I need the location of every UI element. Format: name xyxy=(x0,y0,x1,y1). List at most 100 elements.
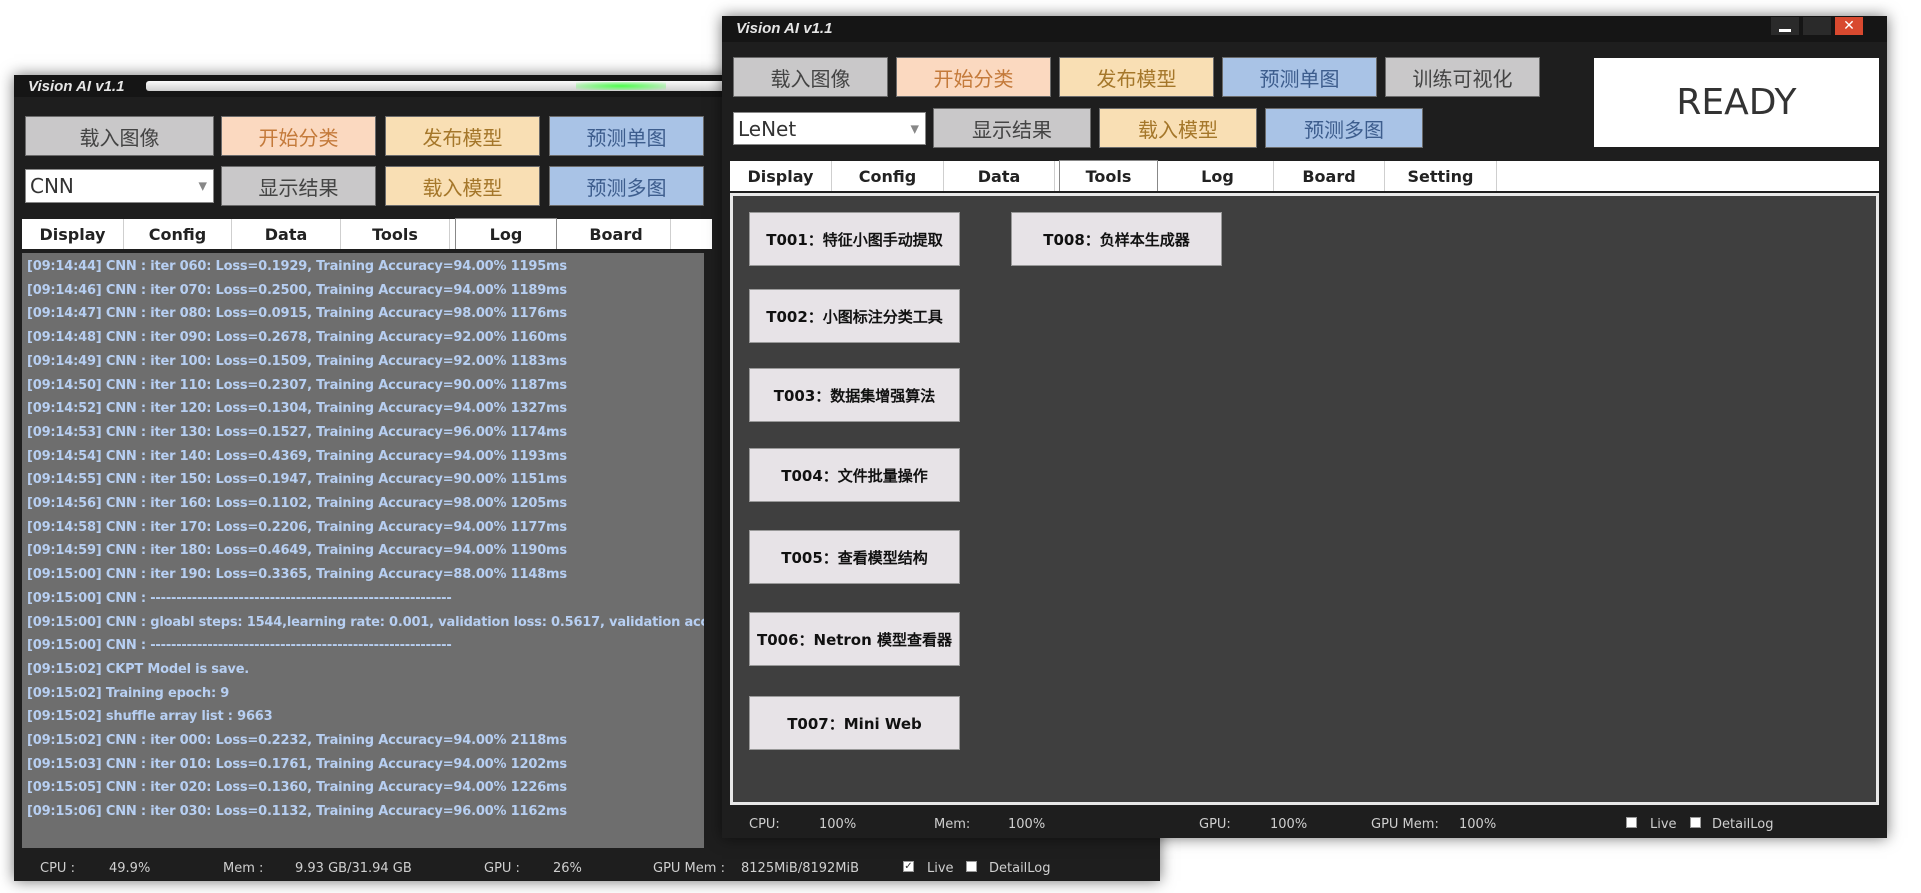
tool-t003-button[interactable]: T003：数据集增强算法 xyxy=(749,368,960,422)
load-image-button[interactable]: 载入图像 xyxy=(25,116,214,156)
chevron-down-icon: ▼ xyxy=(910,122,919,135)
log-line: [09:14:56] CNN : iter 160: Loss=0.1102, … xyxy=(27,496,567,511)
mem-value: 9.93 GB/31.94 GB xyxy=(295,861,412,876)
left-tab-bar: Display Config Data Tools Log Board xyxy=(22,218,712,249)
tab-tools[interactable]: Tools xyxy=(1059,160,1158,191)
checkmark-icon: ✓ xyxy=(903,861,914,872)
tab-data[interactable]: Data xyxy=(232,219,341,249)
predict-multi-button[interactable]: 预测多图 xyxy=(549,166,704,206)
maximize-button[interactable] xyxy=(1803,17,1831,35)
detaillog-label: DetailLog xyxy=(1712,817,1774,832)
mem-label: Mem: xyxy=(934,817,971,832)
start-classify-button[interactable]: 开始分类 xyxy=(896,57,1051,97)
gpu-label: GPU: xyxy=(1199,817,1231,832)
log-line: [09:15:00] CNN : iter 190: Loss=0.3365, … xyxy=(27,567,567,583)
detaillog-label: DetailLog xyxy=(989,861,1051,876)
tool-t005-button[interactable]: T005：查看模型结构 xyxy=(749,530,960,584)
log-line: [09:14:50] CNN : iter 110: Loss=0.2307, … xyxy=(27,377,567,393)
load-model-button[interactable]: 载入模型 xyxy=(1099,108,1257,148)
tab-data[interactable]: Data xyxy=(944,161,1055,191)
gpu-label: GPU : xyxy=(484,861,520,876)
tab-board[interactable]: Board xyxy=(562,219,671,249)
log-line: [09:15:05] CNN : iter 020: Loss=0.1360, … xyxy=(27,780,567,796)
tool-t007-button[interactable]: T007：Mini Web xyxy=(749,696,960,750)
show-result-button[interactable]: 显示结果 xyxy=(933,108,1091,148)
log-line: [09:14:49] CNN : iter 100: Loss=0.1509, … xyxy=(27,353,567,369)
train-visualize-button[interactable]: 训练可视化 xyxy=(1385,57,1540,97)
right-app-window: Vision AI v1.1 ✕ 载入图像 开始分类 发布模型 预测单图 训练可… xyxy=(722,16,1887,838)
live-label: Live xyxy=(1650,817,1677,832)
log-line: [09:15:03] CNN : iter 010: Loss=0.1761, … xyxy=(27,756,567,772)
tool-t001-button[interactable]: T001：特征小图手动提取 xyxy=(749,212,960,266)
tab-log[interactable]: Log xyxy=(1162,161,1274,191)
right-title-bar[interactable]: Vision AI v1.1 ✕ xyxy=(722,16,1887,42)
log-line: [09:14:52] CNN : iter 120: Loss=0.1304, … xyxy=(27,401,567,417)
log-line: [09:15:00] CNN : -----------------------… xyxy=(27,590,452,606)
model-select[interactable]: LeNet ▼ xyxy=(733,112,926,145)
left-status-bar: CPU : 49.9% Mem : 9.93 GB/31.94 GB GPU :… xyxy=(14,861,1160,879)
predict-multi-button[interactable]: 预测多图 xyxy=(1265,108,1423,148)
publish-model-button[interactable]: 发布模型 xyxy=(385,116,540,156)
gpu-value: 26% xyxy=(553,861,582,876)
show-result-button[interactable]: 显示结果 xyxy=(221,166,376,206)
model-select[interactable]: CNN ▼ xyxy=(25,169,214,203)
tool-t004-button[interactable]: T004：文件批量操作 xyxy=(749,448,960,502)
log-line: [09:15:02] CNN : iter 000: Loss=0.2232, … xyxy=(27,733,567,748)
tools-panel: T001：特征小图手动提取 T002：小图标注分类工具 T003：数据集增强算法… xyxy=(730,193,1879,805)
log-line: [09:15:06] CNN : iter 030: Loss=0.1132, … xyxy=(27,804,567,820)
predict-single-button[interactable]: 预测单图 xyxy=(549,116,704,156)
tab-setting[interactable]: Setting xyxy=(1385,161,1497,191)
cpu-value: 100% xyxy=(819,817,857,832)
tab-tools[interactable]: Tools xyxy=(341,219,450,249)
left-progress-glow xyxy=(576,82,666,90)
model-select-value: CNN xyxy=(30,174,74,198)
tool-t008-button[interactable]: T008：负样本生成器 xyxy=(1011,212,1222,266)
left-window-title: Vision AI v1.1 xyxy=(28,78,125,95)
tab-log[interactable]: Log xyxy=(455,218,557,249)
tab-config[interactable]: Config xyxy=(124,219,232,249)
log-panel[interactable]: [09:14:44] CNN : iter 060: Loss=0.1929, … xyxy=(22,253,704,848)
start-classify-button[interactable]: 开始分类 xyxy=(221,116,376,156)
status-display: READY xyxy=(1594,58,1879,147)
model-select-value: LeNet xyxy=(738,116,797,141)
mem-label: Mem : xyxy=(223,861,264,876)
right-status-bar: CPU: 100% Mem: 100% GPU: 100% GPU Mem: 1… xyxy=(722,817,1887,835)
minimize-button[interactable] xyxy=(1771,17,1799,35)
minimize-icon xyxy=(1779,28,1791,32)
tab-display[interactable]: Display xyxy=(730,161,832,191)
log-line: [09:15:00] CNN : -----------------------… xyxy=(27,638,452,654)
right-tab-bar: Display Config Data Tools Log Board Sett… xyxy=(730,160,1879,191)
gpu-mem-label: GPU Mem : xyxy=(653,861,725,876)
tab-display[interactable]: Display xyxy=(22,219,124,249)
publish-model-button[interactable]: 发布模型 xyxy=(1059,57,1214,97)
chevron-down-icon: ▼ xyxy=(198,179,207,193)
predict-single-button[interactable]: 预测单图 xyxy=(1222,57,1377,97)
load-image-button[interactable]: 载入图像 xyxy=(733,57,888,97)
live-label: Live xyxy=(927,861,954,876)
mem-value: 100% xyxy=(1008,817,1046,832)
gpu-mem-value: 100% xyxy=(1459,817,1497,832)
gpu-value: 100% xyxy=(1270,817,1308,832)
log-line: [09:15:02] CKPT Model is save. xyxy=(27,661,250,677)
log-line: [09:15:02] Training epoch: 9 xyxy=(27,685,230,701)
log-line: [09:14:47] CNN : iter 080: Loss=0.0915, … xyxy=(27,306,567,322)
cpu-label: CPU: xyxy=(749,817,780,832)
log-line: [09:14:54] CNN : iter 140: Loss=0.4369, … xyxy=(27,448,567,464)
tab-config[interactable]: Config xyxy=(832,161,944,191)
load-model-button[interactable]: 载入模型 xyxy=(385,166,540,206)
tab-board[interactable]: Board xyxy=(1274,161,1385,191)
cpu-label: CPU : xyxy=(40,861,75,876)
log-line: [09:15:02] shuffle array list : 9663 xyxy=(27,709,273,725)
log-line: [09:14:46] CNN : iter 070: Loss=0.2500, … xyxy=(27,282,567,298)
gpu-mem-value: 8125MiB/8192MiB xyxy=(741,861,860,876)
gpu-mem-label: GPU Mem: xyxy=(1371,817,1439,832)
tool-t006-button[interactable]: T006：Netron 模型查看器 xyxy=(749,612,960,666)
tool-t002-button[interactable]: T002：小图标注分类工具 xyxy=(749,289,960,343)
close-button[interactable]: ✕ xyxy=(1835,17,1863,35)
log-line: [09:14:48] CNN : iter 090: Loss=0.2678, … xyxy=(27,330,567,346)
log-line: [09:14:44] CNN : iter 060: Loss=0.1929, … xyxy=(27,259,567,274)
log-line: [09:14:53] CNN : iter 130: Loss=0.1527, … xyxy=(27,424,567,440)
right-window-title: Vision AI v1.1 xyxy=(736,20,833,37)
cpu-value: 49.9% xyxy=(109,861,151,876)
close-icon: ✕ xyxy=(1843,18,1855,34)
